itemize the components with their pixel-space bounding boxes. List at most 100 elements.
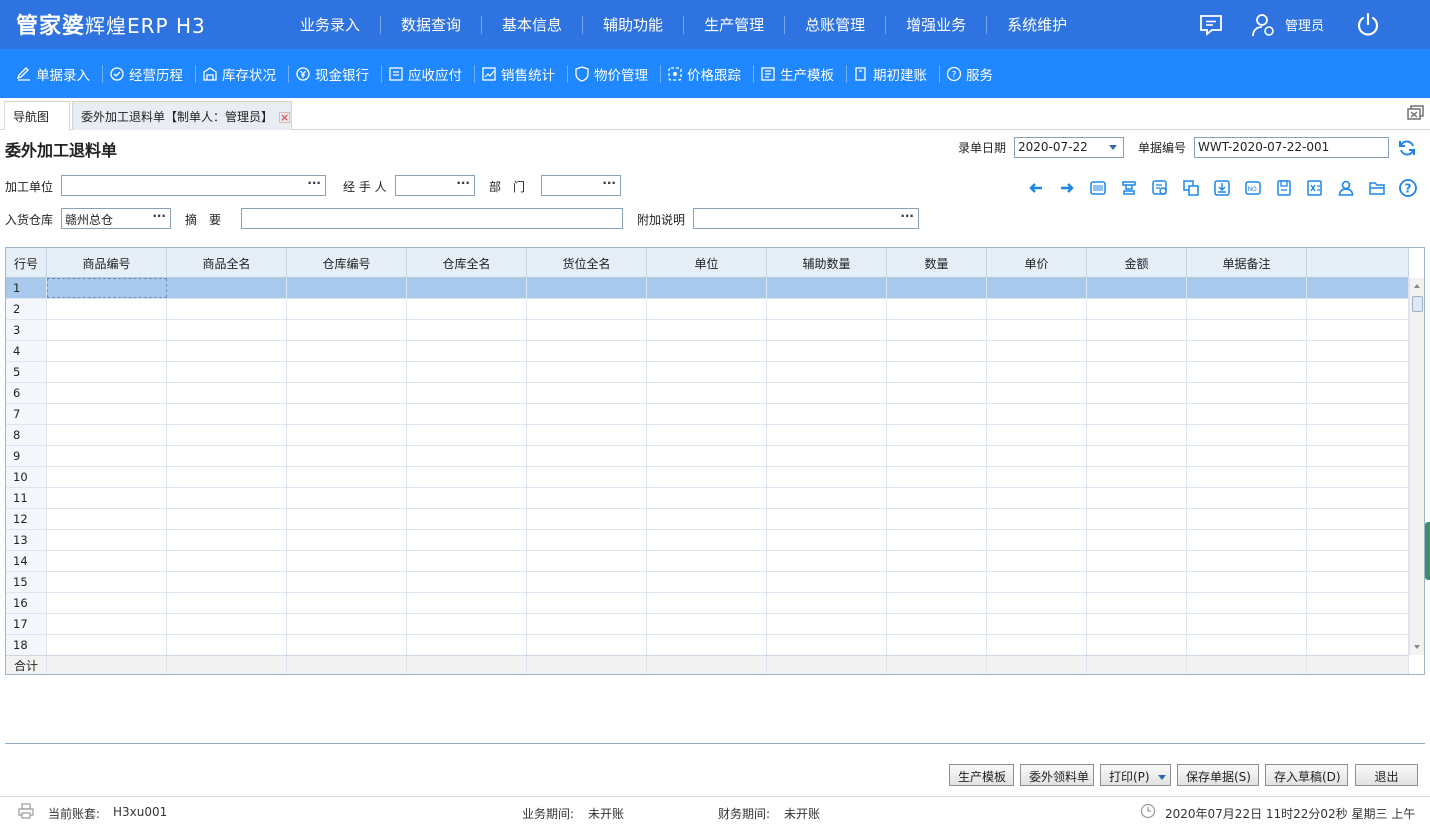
grid-cell[interactable]	[167, 320, 287, 340]
note-field[interactable]: ···	[693, 208, 919, 229]
toolbar-item[interactable]: 期初建账	[847, 64, 940, 84]
user-icon[interactable]	[1330, 176, 1361, 200]
grid-cell[interactable]	[47, 341, 167, 361]
grid-cell[interactable]	[527, 446, 647, 466]
grid-cell[interactable]	[1307, 446, 1409, 466]
grid-cell[interactable]	[647, 551, 767, 571]
grid-cell[interactable]	[767, 467, 887, 487]
main-nav-item[interactable]: 增强业务	[886, 15, 988, 34]
grid-cell[interactable]	[407, 383, 527, 403]
production-template-button[interactable]: 生产模板	[949, 764, 1014, 786]
lookup-icon[interactable]: ···	[456, 176, 470, 190]
table-row[interactable]: 7	[6, 404, 1409, 425]
grid-cell[interactable]	[1187, 446, 1307, 466]
grid-cell[interactable]	[767, 551, 887, 571]
grid-cell[interactable]	[407, 320, 527, 340]
grid-cell[interactable]	[167, 383, 287, 403]
grid-cell[interactable]	[1187, 593, 1307, 613]
grid-cell[interactable]	[527, 614, 647, 634]
toolbar-item[interactable]: 经营历程	[103, 64, 196, 84]
grid-cell[interactable]	[1307, 362, 1409, 382]
processor-field[interactable]: ···	[61, 175, 326, 196]
grid-cell[interactable]	[647, 446, 767, 466]
grid-cell[interactable]	[1087, 425, 1187, 445]
grid-cell[interactable]	[887, 635, 987, 655]
grid-cell[interactable]	[987, 320, 1087, 340]
exit-button[interactable]: 退出	[1355, 764, 1418, 786]
grid-cell[interactable]	[407, 635, 527, 655]
grid-cell[interactable]	[1187, 488, 1307, 508]
grid-cell[interactable]	[1307, 593, 1409, 613]
grid-cell[interactable]	[887, 320, 987, 340]
grid-cell[interactable]	[1187, 299, 1307, 319]
settings-doc-icon[interactable]	[1144, 176, 1175, 200]
lookup-icon[interactable]: ···	[900, 209, 914, 223]
grid-cell[interactable]	[767, 488, 887, 508]
save-button[interactable]: 保存单据(S)	[1177, 764, 1259, 786]
grid-cell[interactable]	[887, 383, 987, 403]
table-row[interactable]: 5	[6, 362, 1409, 383]
grid-cell[interactable]	[987, 509, 1087, 529]
grid-cell[interactable]	[1187, 278, 1307, 298]
grid-cell[interactable]	[987, 593, 1087, 613]
grid-cell[interactable]	[407, 551, 527, 571]
grid-cell[interactable]	[1187, 362, 1307, 382]
grid-cell[interactable]	[1307, 278, 1409, 298]
table-row[interactable]: 18	[6, 635, 1409, 656]
grid-cell[interactable]	[987, 551, 1087, 571]
grid-cell[interactable]	[1307, 635, 1409, 655]
grid-cell[interactable]	[287, 383, 407, 403]
grid-cell[interactable]	[167, 341, 287, 361]
import-icon[interactable]	[1206, 176, 1237, 200]
grid-body[interactable]: 1 2 3 4 5 6 7 8 9 10 11 12 13 14 15 16 17 18	[6, 278, 1409, 656]
grid-cell[interactable]	[47, 488, 167, 508]
grid-cell[interactable]	[1307, 530, 1409, 550]
grid-cell[interactable]	[987, 383, 1087, 403]
grid-cell[interactable]	[767, 635, 887, 655]
grid-cell[interactable]	[767, 530, 887, 550]
scroll-up-icon[interactable]	[1414, 284, 1420, 288]
summary-field[interactable]	[241, 208, 623, 229]
column-header[interactable]: 辅助数量	[767, 248, 887, 278]
grid-cell[interactable]	[1307, 425, 1409, 445]
table-row[interactable]: 11	[6, 488, 1409, 509]
grid-cell[interactable]	[287, 320, 407, 340]
column-header[interactable]: 单据备注	[1187, 248, 1307, 278]
grid-cell[interactable]	[1307, 299, 1409, 319]
grid-cell[interactable]	[1187, 383, 1307, 403]
grid-cell[interactable]	[47, 530, 167, 550]
grid-cell[interactable]	[1307, 509, 1409, 529]
grid-cell[interactable]	[647, 530, 767, 550]
grid-cell[interactable]	[767, 614, 887, 634]
grid-cell[interactable]	[1187, 614, 1307, 634]
table-row[interactable]: 13	[6, 530, 1409, 551]
column-header[interactable]: 数量	[887, 248, 987, 278]
grid-cell[interactable]	[767, 383, 887, 403]
grid-cell[interactable]	[287, 404, 407, 424]
table-row[interactable]: 16	[6, 593, 1409, 614]
grid-cell[interactable]	[887, 425, 987, 445]
user-avatar-icon[interactable]	[1249, 11, 1277, 39]
arrow-left-icon[interactable]	[1020, 176, 1051, 200]
grid-cell[interactable]	[287, 341, 407, 361]
grid-cell[interactable]	[287, 446, 407, 466]
grid-cell[interactable]	[1187, 572, 1307, 592]
grid-cell[interactable]	[287, 425, 407, 445]
copy-icon[interactable]	[1175, 176, 1206, 200]
grid-cell[interactable]	[987, 425, 1087, 445]
grid-cell[interactable]	[887, 341, 987, 361]
main-nav-item[interactable]: 生产管理	[684, 15, 786, 34]
grid-cell[interactable]	[1187, 341, 1307, 361]
grid-cell[interactable]	[287, 362, 407, 382]
grid-cell[interactable]	[647, 614, 767, 634]
grid-cell[interactable]	[1087, 404, 1187, 424]
grid-cell[interactable]	[407, 593, 527, 613]
column-header[interactable]: 商品全名	[167, 248, 287, 278]
grid-cell[interactable]	[887, 551, 987, 571]
grid-cell[interactable]	[987, 341, 1087, 361]
detail-grid[interactable]: 行号 商品编号 商品全名 仓库编号 仓库全名 货位全名 单位 辅助数量 数量 单价 金额 单据备注 1…	[5, 247, 1425, 675]
grid-cell[interactable]	[47, 362, 167, 382]
power-icon[interactable]	[1354, 11, 1382, 39]
grid-cell[interactable]	[527, 530, 647, 550]
print-button[interactable]: 打印(P)	[1100, 764, 1171, 786]
